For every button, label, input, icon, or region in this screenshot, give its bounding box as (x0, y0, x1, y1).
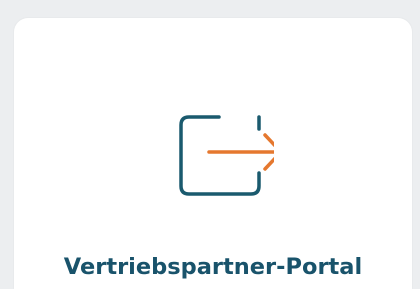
tile-label: Vertriebspartner-Portal (63, 254, 363, 280)
login-arrow-icon (179, 115, 274, 196)
portal-tile[interactable]: Vertriebspartner-Portal (14, 18, 412, 289)
